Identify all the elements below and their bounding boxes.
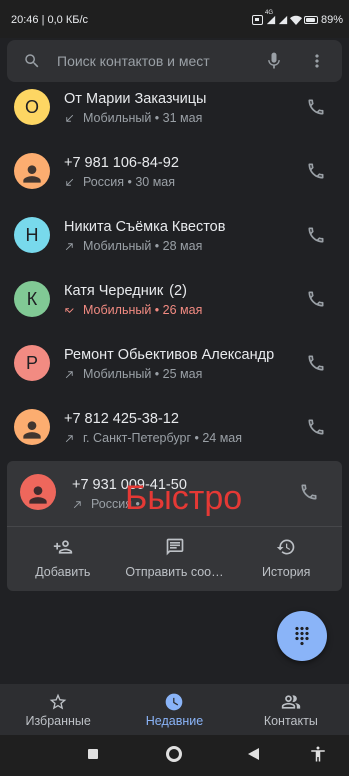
phone-icon [306, 161, 326, 181]
phone-icon [306, 353, 326, 373]
bottom-navigation: Избранные Недавние Контакты [0, 684, 349, 735]
contact-avatar[interactable]: К [14, 281, 50, 317]
more-options-button[interactable] [307, 51, 327, 71]
star-icon [48, 692, 68, 712]
avatar-letter: К [26, 288, 38, 309]
incoming-call-icon [64, 177, 75, 188]
action-label: Отправить соо… [125, 565, 224, 579]
tab-label: Контакты [263, 714, 318, 728]
call-details: г. Санкт-Петербург • 24 мая [83, 431, 243, 445]
contact-name: Ремонт Обьективов Александр [64, 347, 275, 363]
call-details: Мобильный • 31 мая [83, 111, 203, 125]
message-icon [165, 537, 185, 557]
call-log-item[interactable]: +7 981 106-84-92 Россия • 30 мая [0, 139, 349, 203]
history-icon [276, 537, 296, 557]
contact-name: Никита Съёмка Квестов [64, 219, 226, 235]
call-details: Россия • 30 мая [83, 175, 176, 189]
phone-icon [299, 482, 319, 502]
missed-call-icon [64, 305, 75, 316]
avatar-letter: Н [25, 224, 39, 245]
search-input[interactable] [57, 40, 257, 82]
person-icon [19, 417, 45, 443]
status-box-icon [252, 15, 263, 25]
incoming-call-icon [64, 113, 75, 124]
call-history-button[interactable]: История [230, 527, 342, 591]
contact-avatar[interactable]: О [14, 89, 50, 125]
more-vert-icon [307, 51, 327, 71]
tab-contacts[interactable]: Контакты [233, 684, 349, 735]
call-details: Мобильный • 28 мая [83, 239, 203, 253]
overview-square-icon[interactable] [88, 749, 98, 759]
status-bar: 20:46 | 0,0 КБ/с 4G 89% [0, 0, 349, 38]
search-bar[interactable] [7, 40, 342, 82]
outgoing-call-icon [72, 499, 83, 510]
call-log-item[interactable]: О От Марии Заказчицы Мобильный • 31 мая [0, 75, 349, 139]
contact-avatar[interactable] [20, 474, 56, 510]
tab-favorites[interactable]: Избранные [0, 684, 116, 735]
call-button[interactable] [306, 289, 326, 309]
voice-search-button[interactable] [264, 51, 284, 71]
call-button[interactable] [306, 97, 326, 117]
contact-name: +7 981 106-84-92 [64, 155, 179, 171]
person-icon [19, 161, 45, 187]
tab-label: Избранные [25, 714, 91, 728]
mic-icon [264, 51, 284, 71]
tab-label: Недавние [145, 714, 204, 728]
accessibility-icon[interactable] [309, 745, 327, 763]
call-count: (2) [169, 283, 187, 299]
status-time-speed: 20:46 | 0,0 КБ/с [11, 14, 89, 26]
action-label: История [261, 565, 311, 579]
search-icon [23, 52, 41, 70]
call-button[interactable] [306, 417, 326, 437]
call-button[interactable] [306, 225, 326, 245]
tab-recents[interactable]: Недавние [116, 684, 232, 735]
send-message-button[interactable]: Отправить соо… [119, 527, 231, 591]
outgoing-call-icon [64, 433, 75, 444]
call-actions: Добавить Отправить соо… История [7, 527, 342, 591]
dialpad-icon [292, 626, 312, 646]
call-button[interactable] [306, 161, 326, 181]
contact-name: Катя Чередник (2) [64, 282, 294, 300]
overlay-annotation-text: Быстро [125, 479, 243, 517]
person-icon [25, 482, 51, 508]
call-details: Мобильный • 25 мая [83, 367, 203, 381]
call-details: Мобильный • 26 мая [83, 303, 203, 317]
avatar-letter: О [24, 96, 39, 117]
add-person-icon [53, 537, 73, 557]
call-log-item[interactable]: +7 812 425-38-12 г. Санкт-Петербург • 24… [0, 395, 349, 459]
phone-icon [306, 97, 326, 117]
call-log-item[interactable]: Р Ремонт Обьективов Александр Мобильный … [0, 331, 349, 395]
people-icon [281, 692, 301, 712]
add-contact-button[interactable]: Добавить [7, 527, 119, 591]
contact-avatar[interactable] [14, 153, 50, 189]
battery-percent: 89% [321, 14, 344, 26]
phone-icon [306, 225, 326, 245]
contact-avatar[interactable] [14, 409, 50, 445]
clock-icon [164, 692, 184, 712]
contact-avatar[interactable]: Р [14, 345, 50, 381]
contact-avatar[interactable]: Н [14, 217, 50, 253]
signal-icon [266, 15, 276, 25]
battery-icon [304, 16, 318, 24]
call-button[interactable] [306, 353, 326, 373]
contact-name: +7 812 425-38-12 [64, 411, 179, 427]
home-circle-icon[interactable] [166, 746, 182, 762]
action-label: Добавить [35, 565, 91, 579]
wifi-icon [290, 15, 302, 25]
call-button[interactable] [299, 482, 319, 502]
outgoing-call-icon [64, 241, 75, 252]
phone-icon [306, 289, 326, 309]
dialpad-button[interactable] [277, 611, 327, 661]
contact-name-text: Катя Чередник [64, 283, 164, 299]
contact-name: От Марии Заказчицы [64, 91, 207, 107]
outgoing-call-icon [64, 369, 75, 380]
call-log-item[interactable]: Н Никита Съёмка Квестов Мобильный • 28 м… [0, 203, 349, 267]
call-log-item[interactable]: К Катя Чередник (2) Мобильный • 26 мая [0, 267, 349, 331]
avatar-letter: Р [25, 352, 38, 373]
signal-icon [278, 15, 288, 25]
back-triangle-icon[interactable] [247, 747, 261, 761]
phone-icon [306, 417, 326, 437]
